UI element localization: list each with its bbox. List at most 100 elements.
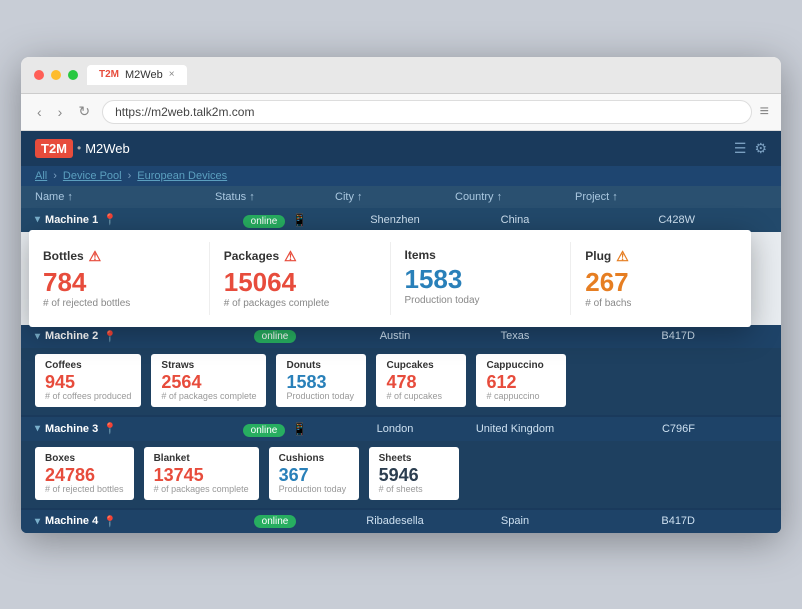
forward-button[interactable]: › xyxy=(54,102,67,122)
widget-bottles: Bottles ⚠ 784 # of rejected bottles xyxy=(29,242,210,315)
chevron-icon-4: ▾ xyxy=(35,516,40,527)
cushions-value: 367 xyxy=(279,466,349,484)
bottles-label: Bottles xyxy=(43,249,84,263)
browser-titlebar: T2M M2Web × xyxy=(21,57,781,94)
address-text: https://m2web.talk2m.com xyxy=(115,105,254,119)
col-header-city[interactable]: City ↑ xyxy=(335,191,455,203)
app-header: T2M • M2Web ☰ ⚙ xyxy=(21,131,781,166)
machine-row-3[interactable]: ▾ Machine 3 📍 online 📱 London United Kin… xyxy=(21,417,781,441)
items-value: 1583 xyxy=(405,266,557,292)
browser-tab[interactable]: T2M M2Web × xyxy=(87,65,187,85)
pin-icon-4: 📍 xyxy=(103,515,117,528)
blanket-sub: # of packages complete xyxy=(154,484,249,494)
browser-menu-icon[interactable]: ≡ xyxy=(760,103,769,121)
machine-row-4[interactable]: ▾ Machine 4 📍 online Ribadesella Spain B… xyxy=(21,510,781,533)
window-controls xyxy=(33,69,79,81)
machine-4-name: Machine 4 xyxy=(45,515,98,527)
machine-4-project: B417D xyxy=(575,515,695,527)
donuts-sub: Production today xyxy=(286,391,356,401)
widget-packages: Packages ⚠ 15064 # of packages complete xyxy=(210,242,391,315)
machine-1-widget-card: Bottles ⚠ 784 # of rejected bottles Pack… xyxy=(29,230,751,327)
machine-4-city: Ribadesella xyxy=(335,515,455,527)
cushions-sub: Production today xyxy=(279,484,349,494)
blanket-label: Blanket xyxy=(154,453,249,464)
tab-close-button[interactable]: × xyxy=(169,69,175,80)
logo-separator: • xyxy=(77,141,81,155)
machine-row-1[interactable]: ▾ Machine 1 📍 online 📱 Shenzhen China C4… xyxy=(21,208,781,232)
machine-3-country: United Kingdom xyxy=(455,423,575,435)
plug-value: 267 xyxy=(585,269,737,295)
cappuccino-label: Cappuccino xyxy=(486,360,556,371)
blanket-value: 13745 xyxy=(154,466,249,484)
machine-2-country: Texas xyxy=(455,330,575,342)
machine-3-metrics: Boxes 24786 # of rejected bottles Blanke… xyxy=(21,441,781,508)
metric-straws: Straws 2564 # of packages complete xyxy=(151,354,266,407)
pin-icon: 📍 xyxy=(103,213,117,226)
machine-3-project: C796F xyxy=(575,423,695,435)
cupcakes-value: 478 xyxy=(386,373,456,391)
coffees-sub: # of coffees produced xyxy=(45,391,131,401)
plug-sub: # of bachs xyxy=(585,298,737,309)
breadcrumb-sep2: › xyxy=(128,170,132,182)
app-container: T2M • M2Web ☰ ⚙ All › Device Pool › Euro… xyxy=(21,131,781,533)
machine-1-name: Machine 1 xyxy=(45,214,98,226)
metric-boxes: Boxes 24786 # of rejected bottles xyxy=(35,447,134,500)
address-bar[interactable]: https://m2web.talk2m.com xyxy=(102,100,752,124)
table-header: Name ↑ Status ↑ City ↑ Country ↑ Project… xyxy=(21,186,781,208)
metric-cushions: Cushions 367 Production today xyxy=(269,447,359,500)
pin-icon-2: 📍 xyxy=(103,330,117,343)
machine-2-metrics: Coffees 945 # of coffees produced Straws… xyxy=(21,348,781,415)
items-sub: Production today xyxy=(405,295,557,306)
machine-2-name: Machine 2 xyxy=(45,330,98,342)
widget-items: Items 1583 Production today xyxy=(391,242,572,315)
coffees-value: 945 xyxy=(45,373,131,391)
machine-4-status: online xyxy=(254,515,297,528)
app-logo: T2M • M2Web xyxy=(35,139,130,158)
straws-label: Straws xyxy=(161,360,256,371)
breadcrumb-european-devices[interactable]: European Devices xyxy=(137,170,227,182)
breadcrumb-device-pool[interactable]: Device Pool xyxy=(63,170,122,182)
boxes-label: Boxes xyxy=(45,453,124,464)
phone-icon: 📱 xyxy=(292,213,307,227)
back-button[interactable]: ‹ xyxy=(33,102,46,122)
machine-3-status: online xyxy=(243,424,286,437)
machine-4-country: Spain xyxy=(455,515,575,527)
settings-icon[interactable]: ⚙ xyxy=(754,140,767,157)
cupcakes-sub: # of cupcakes xyxy=(386,391,456,401)
browser-window: T2M M2Web × ‹ › ↻ https://m2web.talk2m.c… xyxy=(21,57,781,533)
chevron-icon: ▾ xyxy=(35,214,40,225)
metric-coffees: Coffees 945 # of coffees produced xyxy=(35,354,141,407)
bottles-sub: # of rejected bottles xyxy=(43,298,195,309)
metric-donuts: Donuts 1583 Production today xyxy=(276,354,366,407)
cappuccino-sub: # cappuccino xyxy=(486,391,556,401)
bottles-warn-icon: ⚠ xyxy=(89,248,102,265)
metric-cupcakes: Cupcakes 478 # of cupcakes xyxy=(376,354,466,407)
col-header-name[interactable]: Name ↑ xyxy=(35,191,215,203)
machine-3-name: Machine 3 xyxy=(45,423,98,435)
metric-cappuccino: Cappuccino 612 # cappuccino xyxy=(476,354,566,407)
packages-warn-icon: ⚠ xyxy=(284,248,297,265)
col-header-project[interactable]: Project ↑ xyxy=(575,191,695,203)
packages-value: 15064 xyxy=(224,269,376,295)
boxes-sub: # of rejected bottles xyxy=(45,484,124,494)
reload-button[interactable]: ↻ xyxy=(74,101,94,122)
bottles-value: 784 xyxy=(43,269,195,295)
col-header-status[interactable]: Status ↑ xyxy=(215,191,335,203)
col-header-country[interactable]: Country ↑ xyxy=(455,191,575,203)
sheets-value: 5946 xyxy=(379,466,449,484)
packages-sub: # of packages complete xyxy=(224,298,376,309)
list-icon[interactable]: ☰ xyxy=(734,140,747,157)
plug-warn-icon: ⚠ xyxy=(616,248,629,265)
breadcrumb-all[interactable]: All xyxy=(35,170,47,182)
machine-2-city: Austin xyxy=(335,330,455,342)
logo-badge: T2M xyxy=(35,139,73,158)
donuts-label: Donuts xyxy=(286,360,356,371)
tab-favicon: T2M xyxy=(99,69,119,80)
phone-icon-3: 📱 xyxy=(292,422,307,436)
machine-2-status: online xyxy=(254,330,297,343)
packages-label: Packages xyxy=(224,249,279,263)
machine-row-2[interactable]: ▾ Machine 2 📍 online Austin Texas B417D xyxy=(21,325,781,348)
metric-blanket: Blanket 13745 # of packages complete xyxy=(144,447,259,500)
browser-navbar: ‹ › ↻ https://m2web.talk2m.com ≡ xyxy=(21,94,781,131)
straws-sub: # of packages complete xyxy=(161,391,256,401)
